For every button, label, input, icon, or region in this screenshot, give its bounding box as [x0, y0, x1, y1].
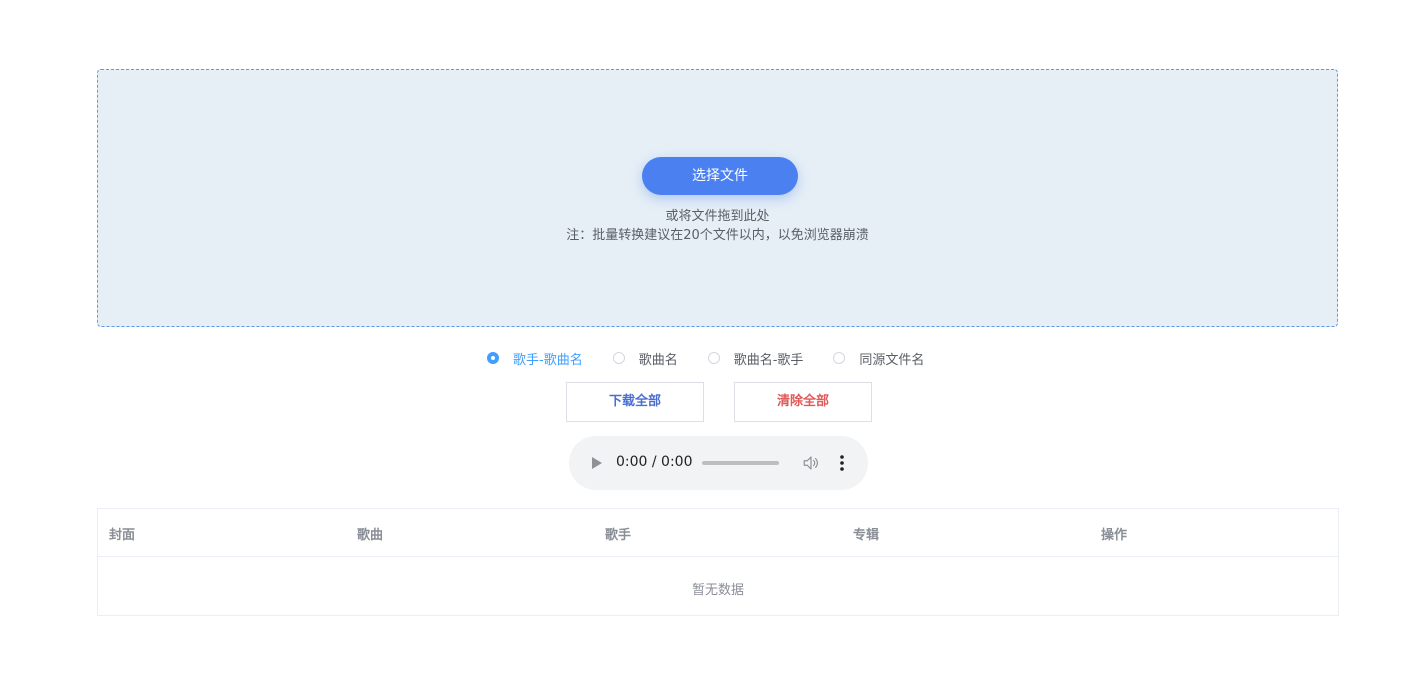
- column-header-artist: 歌手: [605, 528, 632, 543]
- radio-unchecked-icon[interactable]: [707, 352, 720, 364]
- radio-checked-icon[interactable]: [487, 352, 499, 364]
- column-header-song: 歌曲: [357, 528, 384, 543]
- table-header: 封面 歌曲 歌手 专辑 操作: [98, 509, 1338, 557]
- column-header-cover: 封面: [109, 528, 136, 543]
- batch-note: 注：批量转换建议在20个文件以内，以免浏览器崩溃: [566, 228, 869, 243]
- radio-artist-song[interactable]: 歌手-歌曲名: [487, 349, 583, 368]
- column-header-album: 专辑: [853, 528, 880, 543]
- choose-file-button[interactable]: 选择文件: [642, 157, 798, 195]
- seek-slider[interactable]: [702, 461, 779, 465]
- empty-state-text: 暂无数据: [691, 583, 744, 598]
- download-all-button[interactable]: 下载全部: [566, 382, 704, 422]
- volume-icon[interactable]: [802, 454, 820, 472]
- radio-label: 同源文件名: [859, 352, 925, 368]
- audio-player: 0:00 / 0:00: [569, 436, 868, 490]
- page: 选择文件 或将文件拖到此处 注：批量转换建议在20个文件以内，以免浏览器崩溃 歌…: [0, 0, 1427, 687]
- upload-dropzone[interactable]: 选择文件 或将文件拖到此处 注：批量转换建议在20个文件以内，以免浏览器崩溃: [97, 69, 1338, 327]
- time-display: 0:00 / 0:00: [616, 454, 693, 470]
- radio-song-artist[interactable]: 歌曲名-歌手: [707, 349, 804, 368]
- clear-all-button[interactable]: 清除全部: [734, 382, 872, 422]
- more-vert-icon[interactable]: [840, 454, 844, 472]
- column-header-action: 操作: [1101, 528, 1128, 543]
- radio-label: 歌曲名-歌手: [733, 352, 804, 368]
- radio-label: 歌曲名: [638, 352, 678, 368]
- radio-unchecked-icon[interactable]: [612, 352, 625, 364]
- drag-hint: 或将文件拖到此处: [665, 209, 770, 224]
- play-icon[interactable]: [592, 457, 602, 469]
- radio-song[interactable]: 歌曲名: [612, 349, 678, 368]
- song-table: 封面 歌曲 歌手 专辑 操作 暂无数据: [97, 508, 1339, 616]
- radio-original-filename[interactable]: 同源文件名: [833, 349, 924, 368]
- naming-radio-group: 歌手-歌曲名 歌曲名 歌曲名-歌手 同源文件名: [487, 348, 954, 368]
- radio-label: 歌手-歌曲名: [513, 352, 583, 368]
- radio-unchecked-icon[interactable]: [833, 352, 846, 364]
